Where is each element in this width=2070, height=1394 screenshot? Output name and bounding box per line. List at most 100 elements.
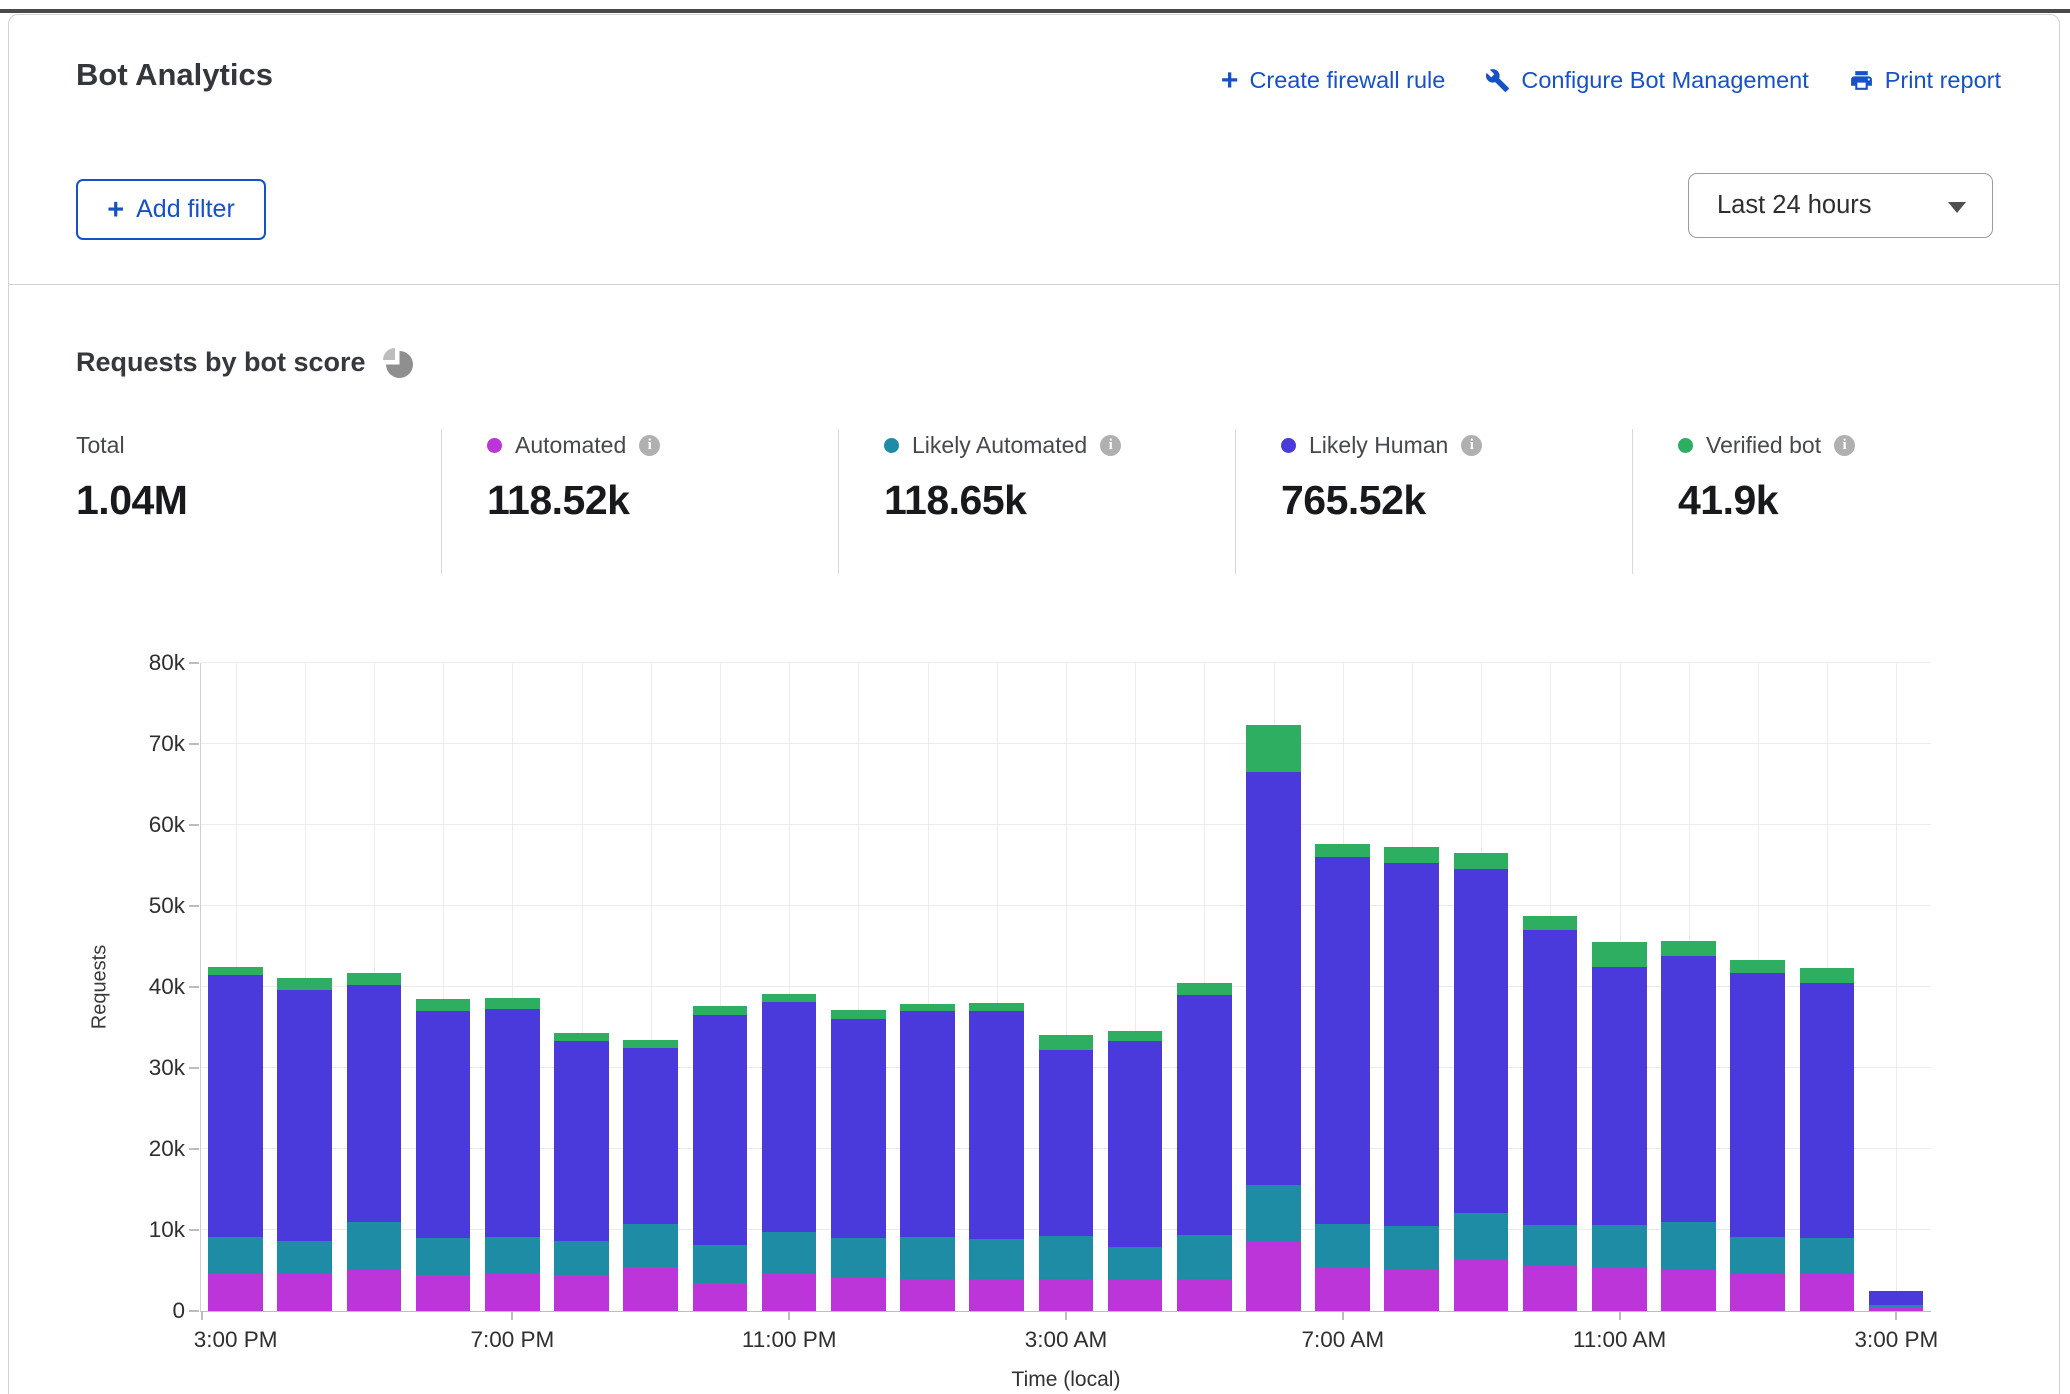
bar-segment-automated[interactable] [623, 1267, 678, 1311]
stacked-bar[interactable] [208, 967, 263, 1311]
bar-segment-verified-bot[interactable] [1730, 960, 1785, 973]
bar-segment-verified-bot[interactable] [1454, 853, 1509, 868]
bar-segment-likely-automated[interactable] [1246, 1185, 1301, 1242]
bar-column[interactable] [1585, 663, 1654, 1311]
bar-segment-verified-bot[interactable] [969, 1003, 1024, 1011]
bar-segment-likely-automated[interactable] [347, 1222, 402, 1270]
bar-segment-likely-automated[interactable] [1315, 1224, 1370, 1269]
bar-column[interactable] [1862, 663, 1931, 1311]
time-range-dropdown[interactable]: Last 24 hours [1688, 173, 1993, 238]
bar-segment-verified-bot[interactable] [277, 978, 332, 990]
stacked-bar[interactable] [1869, 1291, 1924, 1311]
stacked-bar[interactable] [969, 1003, 1024, 1311]
bar-column[interactable] [201, 663, 270, 1311]
bar-segment-automated[interactable] [208, 1273, 263, 1311]
bar-segment-automated[interactable] [416, 1275, 471, 1311]
bar-segment-likely-human[interactable] [1730, 973, 1785, 1236]
bar-segment-likely-automated[interactable] [1661, 1222, 1716, 1270]
bar-segment-likely-human[interactable] [1800, 983, 1855, 1238]
bar-segment-verified-bot[interactable] [1315, 844, 1370, 858]
bar-segment-likely-automated[interactable] [969, 1239, 1024, 1279]
bar-column[interactable] [685, 663, 754, 1311]
bar-segment-verified-bot[interactable] [1384, 847, 1439, 863]
bar-segment-automated[interactable] [1039, 1279, 1094, 1311]
bar-segment-automated[interactable] [1730, 1274, 1785, 1311]
bar-segment-automated[interactable] [1523, 1266, 1578, 1311]
bar-segment-automated[interactable] [1661, 1270, 1716, 1311]
bar-segment-likely-human[interactable] [347, 985, 402, 1222]
bar-segment-likely-automated[interactable] [1177, 1235, 1232, 1279]
bar-segment-likely-automated[interactable] [831, 1238, 886, 1277]
stacked-bar[interactable] [1454, 853, 1509, 1311]
bar-segment-likely-human[interactable] [554, 1041, 609, 1240]
bar-segment-likely-human[interactable] [416, 1011, 471, 1238]
stacked-bar[interactable] [1800, 968, 1855, 1311]
bar-segment-automated[interactable] [1315, 1268, 1370, 1311]
bar-segment-verified-bot[interactable] [554, 1033, 609, 1041]
stacked-bar[interactable] [277, 978, 332, 1311]
bar-segment-likely-automated[interactable] [277, 1241, 332, 1273]
bar-segment-likely-automated[interactable] [1384, 1226, 1439, 1269]
bar-segment-automated[interactable] [1177, 1279, 1232, 1311]
bar-segment-automated[interactable] [1384, 1269, 1439, 1311]
info-icon[interactable] [1834, 435, 1855, 456]
bar-segment-verified-bot[interactable] [1523, 916, 1578, 931]
bar-segment-verified-bot[interactable] [1800, 968, 1855, 983]
bar-column[interactable] [1170, 663, 1239, 1311]
bar-segment-likely-automated[interactable] [1454, 1213, 1509, 1260]
bar-segment-verified-bot[interactable] [1661, 941, 1716, 956]
bar-segment-likely-human[interactable] [969, 1011, 1024, 1239]
bar-segment-automated[interactable] [277, 1274, 332, 1311]
bar-segment-likely-human[interactable] [762, 1002, 817, 1232]
bar-column[interactable] [755, 663, 824, 1311]
bar-segment-likely-human[interactable] [1246, 772, 1301, 1185]
bar-column[interactable] [962, 663, 1031, 1311]
bar-segment-likely-human[interactable] [1177, 995, 1232, 1235]
bar-column[interactable] [893, 663, 962, 1311]
bar-column[interactable] [1308, 663, 1377, 1311]
bar-segment-likely-automated[interactable] [554, 1241, 609, 1276]
bar-segment-likely-automated[interactable] [1039, 1236, 1094, 1280]
bar-segment-verified-bot[interactable] [347, 973, 402, 985]
bar-column[interactable] [1100, 663, 1169, 1311]
bar-column[interactable] [1031, 663, 1100, 1311]
bar-segment-likely-automated[interactable] [1730, 1237, 1785, 1274]
print-report-link[interactable]: Print report [1849, 67, 2001, 94]
bar-segment-likely-human[interactable] [485, 1009, 540, 1237]
bar-segment-automated[interactable] [1800, 1274, 1855, 1311]
bar-segment-likely-automated[interactable] [208, 1237, 263, 1273]
stacked-bar[interactable] [554, 1033, 609, 1311]
bar-segment-automated[interactable] [831, 1277, 886, 1311]
bar-segment-verified-bot[interactable] [693, 1006, 748, 1016]
bar-segment-verified-bot[interactable] [1108, 1031, 1163, 1042]
add-filter-button[interactable]: Add filter [76, 179, 266, 240]
bar-segment-likely-human[interactable] [1869, 1291, 1924, 1305]
stacked-bar[interactable] [693, 1006, 748, 1311]
configure-bot-management-link[interactable]: Configure Bot Management [1485, 67, 1808, 94]
bar-column[interactable] [1377, 663, 1446, 1311]
stacked-bar[interactable] [485, 998, 540, 1311]
bar-segment-likely-automated[interactable] [1523, 1225, 1578, 1266]
bar-segment-likely-automated[interactable] [762, 1232, 817, 1273]
bar-segment-likely-human[interactable] [1039, 1050, 1094, 1235]
bar-segment-likely-human[interactable] [277, 990, 332, 1241]
bar-segment-likely-human[interactable] [1661, 956, 1716, 1222]
bar-segment-likely-human[interactable] [1108, 1041, 1163, 1247]
bar-segment-automated[interactable] [1246, 1242, 1301, 1311]
bar-segment-automated[interactable] [554, 1275, 609, 1311]
bar-column[interactable] [1516, 663, 1585, 1311]
bar-column[interactable] [478, 663, 547, 1311]
bar-segment-likely-human[interactable] [1315, 857, 1370, 1223]
bar-column[interactable] [270, 663, 339, 1311]
bar-segment-likely-human[interactable] [1384, 863, 1439, 1226]
bar-column[interactable] [1654, 663, 1723, 1311]
bar-segment-likely-human[interactable] [900, 1011, 955, 1236]
bar-column[interactable] [1446, 663, 1515, 1311]
stacked-bar[interactable] [1384, 847, 1439, 1311]
create-firewall-rule-link[interactable]: Create firewall rule [1221, 67, 1445, 94]
bar-column[interactable] [409, 663, 478, 1311]
bar-segment-likely-automated[interactable] [1108, 1247, 1163, 1280]
bar-segment-verified-bot[interactable] [208, 967, 263, 975]
bar-segment-verified-bot[interactable] [1177, 983, 1232, 995]
bar-segment-verified-bot[interactable] [762, 994, 817, 1001]
